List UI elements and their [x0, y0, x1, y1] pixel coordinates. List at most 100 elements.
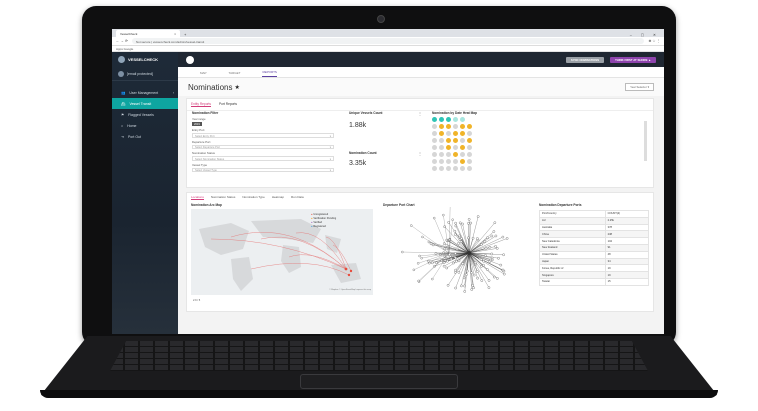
table-row[interactable]: Taiwan 15: [539, 277, 650, 286]
year-chip[interactable]: 2019: [192, 122, 202, 126]
table-row[interactable]: New Caledonia 104: [539, 237, 650, 245]
network-node[interactable]: [448, 253, 451, 257]
heatmap-cell[interactable]: [460, 152, 465, 157]
network-node[interactable]: [490, 252, 494, 256]
tab-target[interactable]: TARGET: [229, 71, 241, 77]
heatmap-cell[interactable]: [439, 166, 444, 171]
network-node[interactable]: [445, 266, 448, 270]
table-row[interactable]: AU 2.25k: [539, 216, 650, 225]
network-node[interactable]: [482, 259, 485, 263]
network-node[interactable]: [458, 221, 462, 225]
port-point[interactable]: [349, 269, 353, 273]
heatmap-cell[interactable]: [453, 145, 458, 150]
network-node[interactable]: [461, 262, 465, 265]
heatmap-cell[interactable]: [439, 152, 444, 157]
network-node[interactable]: [454, 256, 457, 260]
network-node[interactable]: [426, 259, 430, 263]
network-node[interactable]: [466, 269, 469, 273]
network-node[interactable]: [463, 290, 466, 293]
network-node[interactable]: [418, 254, 421, 258]
network-node[interactable]: [433, 216, 436, 220]
heatmap-cell[interactable]: [467, 166, 472, 171]
heatmap-cell[interactable]: [432, 152, 437, 157]
network-node[interactable]: [449, 257, 453, 261]
network-node[interactable]: [452, 261, 455, 265]
more-menu-icon[interactable]: ⋮: [418, 151, 422, 156]
heatmap-cell[interactable]: [439, 138, 444, 143]
browser-toolbar-icons[interactable]: ⊕ ☆ ⋮: [648, 39, 660, 43]
network-node[interactable]: [454, 268, 457, 272]
heatmap-cell[interactable]: [446, 145, 451, 150]
network-node[interactable]: [494, 234, 498, 238]
heatmap-cell[interactable]: [432, 131, 437, 136]
network-node[interactable]: [476, 215, 480, 218]
port-point[interactable]: [344, 267, 348, 271]
network-node[interactable]: [505, 237, 509, 240]
network-hub[interactable]: [467, 251, 471, 255]
network-node[interactable]: [476, 237, 479, 240]
heatmap-cell[interactable]: [432, 166, 437, 171]
heatmap-cell[interactable]: [467, 159, 472, 164]
nav-arrows-icon[interactable]: ← → ⟳: [116, 39, 128, 43]
network-node[interactable]: [454, 221, 457, 225]
network-node[interactable]: [469, 221, 473, 225]
network-node[interactable]: [471, 236, 475, 240]
network-node[interactable]: [494, 245, 497, 248]
sidebar-item-home[interactable]: ⌂ Home: [112, 120, 178, 131]
heatmap-cell[interactable]: [432, 124, 437, 129]
network-node[interactable]: [416, 262, 420, 265]
network-node[interactable]: [458, 234, 461, 238]
network-node[interactable]: [486, 236, 489, 239]
heatmap-cell[interactable]: [432, 138, 437, 143]
heatmap-cell[interactable]: [439, 124, 444, 129]
more-menu-icon[interactable]: ⋮: [418, 111, 422, 116]
heatmap-cell[interactable]: [453, 152, 458, 157]
user-profile[interactable]: [email protected]: [112, 67, 178, 81]
network-node[interactable]: [454, 271, 457, 274]
table-row[interactable]: Korea, Republic of 19: [539, 264, 650, 273]
heatmap-cell[interactable]: [446, 152, 451, 157]
network-node[interactable]: [421, 235, 424, 239]
network-node[interactable]: [467, 222, 470, 225]
network-node[interactable]: [417, 279, 420, 283]
vessel-type-select[interactable]: Select Vessel Type ▾: [192, 167, 334, 172]
heatmap-cell[interactable]: [432, 159, 437, 164]
network-node[interactable]: [470, 271, 473, 274]
heatmap-cell[interactable]: [446, 138, 451, 143]
heatmap-cell[interactable]: [467, 124, 472, 129]
tab-nomination-status[interactable]: Nomination Status: [211, 195, 236, 200]
heatmap-cell[interactable]: [460, 124, 465, 129]
heatmap-cell[interactable]: [453, 131, 458, 136]
network-node[interactable]: [499, 263, 503, 267]
network-node[interactable]: [445, 238, 449, 242]
heatmap-cell[interactable]: [453, 117, 458, 122]
network-node[interactable]: [457, 259, 461, 263]
network-node[interactable]: [479, 258, 483, 261]
heatmap-cell[interactable]: [439, 117, 444, 122]
network-node[interactable]: [454, 233, 457, 236]
network-node[interactable]: [480, 243, 483, 246]
heatmap-cell[interactable]: [446, 166, 451, 171]
heatmap-cell[interactable]: [432, 145, 437, 150]
heatmap-cell[interactable]: [460, 166, 465, 171]
network-node[interactable]: [412, 268, 415, 272]
heatmap-cell[interactable]: [460, 138, 465, 143]
tab-heatmap[interactable]: Heatmap: [272, 195, 284, 200]
heatmap-cell[interactable]: [446, 124, 451, 129]
think-first-button[interactable]: THINK FIRST AT SHORE ▲: [610, 56, 656, 63]
table-row[interactable]: China 238: [539, 230, 650, 239]
heatmap-cell[interactable]: [446, 117, 451, 122]
network-node[interactable]: [460, 284, 463, 288]
network-node[interactable]: [480, 265, 483, 268]
heatmap-cell[interactable]: [460, 145, 465, 150]
network-node[interactable]: [487, 286, 491, 289]
address-bar[interactable]: Not secure | vessel-check.com/admin/vess…: [131, 38, 645, 44]
network-node[interactable]: [492, 230, 496, 233]
network-node[interactable]: [442, 213, 445, 217]
network-node[interactable]: [451, 218, 454, 221]
network-node[interactable]: [482, 263, 485, 267]
network-node[interactable]: [490, 256, 494, 260]
network-node[interactable]: [442, 264, 446, 268]
departure-port-select[interactable]: Select Departure Port ▾: [192, 144, 334, 149]
network-node[interactable]: [475, 270, 479, 273]
